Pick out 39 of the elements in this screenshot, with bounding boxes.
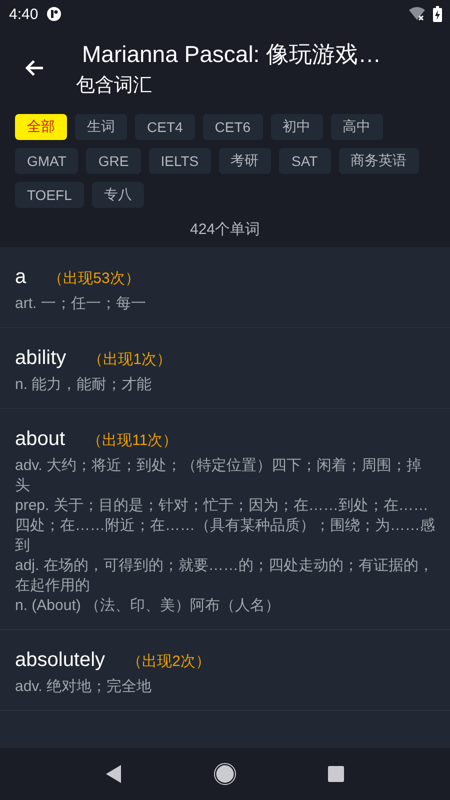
filter-chip[interactable]: 高中 (330, 114, 383, 140)
filter-chip[interactable]: 考研 (218, 148, 271, 174)
page-subtitle: 包含词汇 (76, 74, 153, 98)
word-text: absolutely (15, 649, 106, 672)
definition-text: n. 能力，能耐；才能 (15, 375, 153, 395)
home-nav-icon[interactable] (214, 763, 236, 785)
page-title: Marianna Pascal: 像玩游戏… (82, 40, 382, 68)
word-item[interactable]: a （出现53次） art. 一；任一；每一 (0, 247, 450, 328)
filter-chip[interactable]: 全部 (15, 114, 67, 140)
filter-chip[interactable]: CET6 (202, 114, 263, 140)
definition-text: n. (About) （法、印、美）阿布（人名） (15, 596, 282, 616)
filter-chip[interactable]: GMAT (15, 148, 78, 174)
filter-chip[interactable]: GRE (86, 148, 141, 174)
occurrence-count: （出现2次） (127, 652, 210, 671)
occurrence-count: （出现53次） (48, 269, 140, 288)
occurrence-count: （出现1次） (88, 350, 172, 369)
word-text: a (15, 266, 26, 289)
filter-chip[interactable]: CET4 (135, 114, 195, 140)
filter-chip[interactable]: TOEFL (15, 182, 84, 208)
status-time: 4:40 (9, 6, 38, 22)
app-notification-icon (46, 6, 62, 22)
filter-chip[interactable]: 初中 (270, 114, 323, 140)
definition-text: adv. 绝对地；完全地 (15, 677, 152, 697)
filter-chip[interactable]: 商务英语 (338, 148, 419, 174)
wifi-off-icon (409, 7, 425, 21)
word-item[interactable]: absolutely （出现2次） adv. 绝对地；完全地 (0, 630, 450, 711)
occurrence-count: （出现11次） (87, 431, 178, 450)
filter-chip[interactable]: 专八 (92, 182, 144, 208)
definition-text: art. 一；任一；每一 (15, 294, 147, 314)
filter-chip[interactable]: 生词 (75, 114, 127, 140)
word-text: about (15, 428, 66, 451)
word-item[interactable]: ability （出现1次） n. 能力，能耐；才能 (0, 328, 450, 409)
back-nav-icon[interactable] (106, 765, 122, 783)
filter-chip[interactable]: IELTS (148, 148, 211, 174)
filter-chip[interactable]: SAT (278, 148, 331, 174)
word-item[interactable]: about （出现11次） adv. 大约；将近；到处；（特定位置）四下；闲着；周围；掉头 prep. 关于；目的是；针对；忙于；因为；在……到处；在……四处；在……附近；在……（具有某种品质）；围绕；为……感到 adj. 在场的，可得到的；就要……的；四处走动的；有证据的，在起作用的 n. (About) （法、印、美）阿布（人名） (0, 409, 450, 630)
word-text: ability (15, 347, 66, 370)
word-count: 424个单词 (188, 220, 262, 240)
battery-charging-icon (433, 6, 442, 22)
